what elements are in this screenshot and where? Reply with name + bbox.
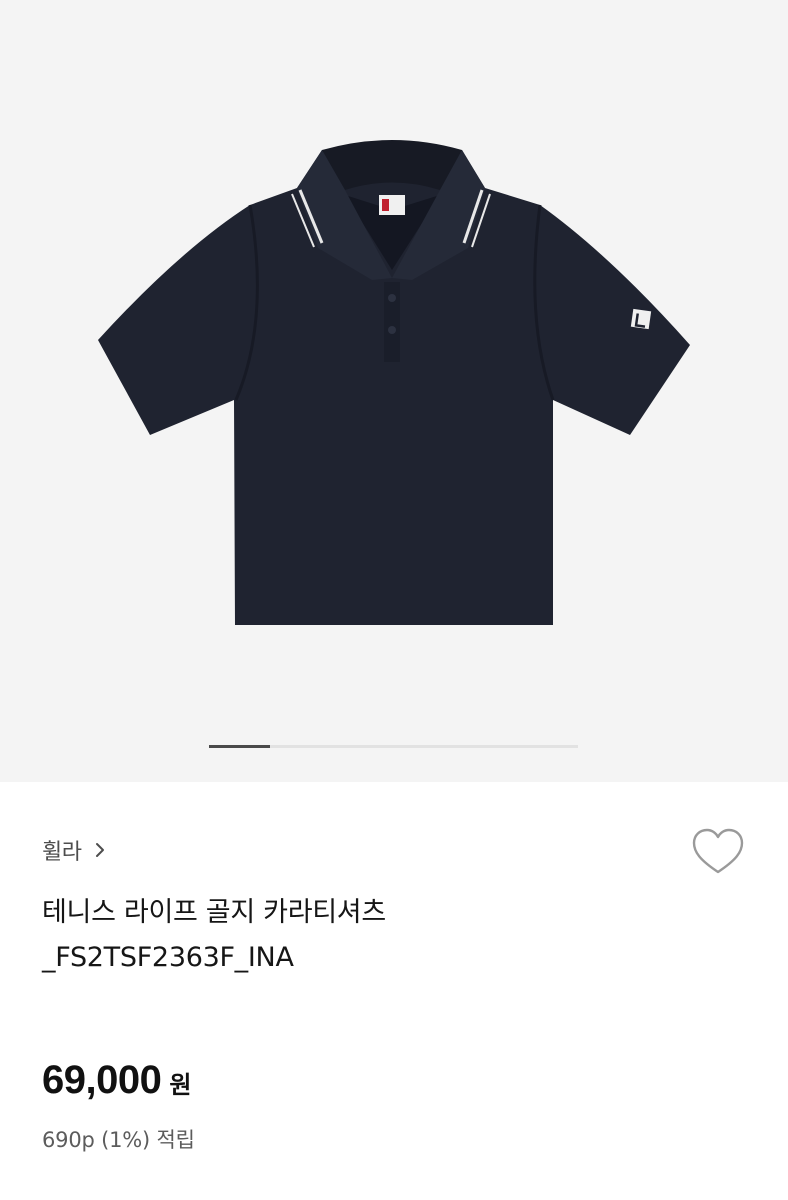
carousel-progress-fill	[209, 745, 270, 748]
chevron-right-icon	[96, 843, 105, 857]
neck-label-flag	[382, 199, 389, 211]
heart-outline-icon[interactable]	[690, 826, 746, 878]
price-amount: 69,000	[42, 1058, 162, 1102]
brand-link[interactable]: 휠라	[42, 834, 109, 866]
brand-name[interactable]: 휠라	[42, 834, 82, 866]
product-photo[interactable]	[0, 0, 788, 782]
collar-back	[322, 140, 462, 190]
reward-points: 690p (1%) 적립	[42, 1128, 195, 1152]
price: 69,000 원	[42, 1058, 191, 1103]
placket-button-1	[388, 294, 396, 302]
product-title: 테니스 라이프 골지 카라티셔츠 _FS2TSF2363F_INA	[42, 897, 386, 973]
placket-button-2	[388, 326, 396, 334]
product-image-area[interactable]	[0, 0, 788, 782]
price-unit: 원	[169, 1071, 192, 1099]
carousel-progress	[209, 745, 578, 748]
